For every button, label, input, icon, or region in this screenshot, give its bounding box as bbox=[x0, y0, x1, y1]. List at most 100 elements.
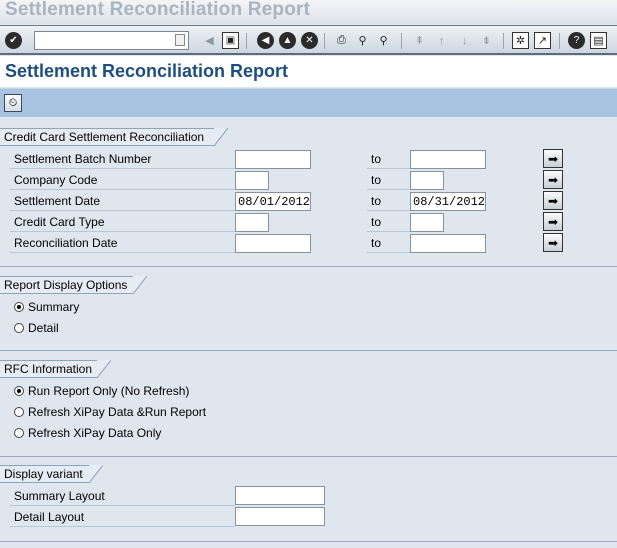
company-code-label: Company Code bbox=[14, 173, 98, 187]
row-underline bbox=[10, 526, 235, 527]
row-underline bbox=[10, 231, 235, 232]
row-underline bbox=[367, 252, 410, 253]
section-divider bbox=[0, 456, 617, 457]
run-report-only-radio[interactable] bbox=[14, 386, 24, 396]
company-code-from-input[interactable] bbox=[235, 171, 269, 190]
save-icon[interactable]: ▣ bbox=[222, 32, 239, 49]
detail-layout-input[interactable] bbox=[235, 507, 325, 526]
toolbar-separator bbox=[246, 33, 247, 49]
shortcut-icon[interactable]: ↗ bbox=[534, 32, 551, 49]
toolbar-separator bbox=[324, 33, 325, 49]
toolbar-separator bbox=[503, 33, 504, 49]
reconciliation-date-label: Reconciliation Date bbox=[14, 236, 118, 250]
previous-page-icon[interactable]: ↑ bbox=[433, 32, 450, 49]
display-options-block: Report Display Options Summary Detail bbox=[0, 276, 617, 352]
section-divider bbox=[0, 266, 617, 267]
to-label: to bbox=[371, 194, 382, 208]
detail-radio[interactable] bbox=[14, 323, 24, 333]
display-variant-header: Display variant bbox=[0, 465, 90, 483]
reconciliation-date-to-input[interactable] bbox=[410, 234, 486, 253]
row-underline bbox=[10, 505, 235, 506]
cancel-icon[interactable]: ✕ bbox=[301, 32, 318, 49]
help-icon[interactable]: ? bbox=[568, 32, 585, 49]
command-field[interactable] bbox=[34, 31, 189, 50]
reconciliation-date-from-input[interactable] bbox=[235, 234, 311, 253]
summary-layout-input[interactable] bbox=[235, 486, 325, 505]
display-options-header: Report Display Options bbox=[0, 276, 134, 294]
settlement-batch-number-label: Settlement Batch Number bbox=[14, 152, 152, 166]
section-divider bbox=[0, 541, 617, 542]
enter-icon[interactable]: ✔ bbox=[5, 32, 22, 49]
command-history-icon[interactable] bbox=[175, 34, 185, 46]
settlement-batch-number-from-input[interactable] bbox=[235, 150, 311, 169]
refresh-only-label: Refresh XiPay Data Only bbox=[28, 426, 162, 440]
page-title: Settlement Reconciliation Report bbox=[5, 61, 289, 81]
settlement-date-to-input[interactable]: 08/31/2012 bbox=[410, 192, 486, 211]
screen-title-area: Settlement Reconciliation Report bbox=[0, 56, 617, 87]
row-underline bbox=[367, 189, 410, 190]
settlement-date-label: Settlement Date bbox=[14, 194, 101, 208]
to-label: to bbox=[371, 236, 382, 250]
next-page-icon[interactable]: ↓ bbox=[456, 32, 473, 49]
new-session-icon[interactable]: ✲ bbox=[512, 32, 529, 49]
to-label: to bbox=[371, 215, 382, 229]
to-label: to bbox=[371, 173, 382, 187]
credit-card-type-to-input[interactable] bbox=[410, 213, 444, 232]
application-toolbar: ⏲ bbox=[0, 88, 617, 117]
credit-card-type-from-input[interactable] bbox=[235, 213, 269, 232]
selection-block-title: Credit Card Settlement Reconciliation bbox=[4, 130, 205, 144]
refresh-and-run-label: Refresh XiPay Data &Run Report bbox=[28, 405, 207, 419]
summary-layout-label: Summary Layout bbox=[14, 489, 105, 503]
header-tab-slant bbox=[133, 276, 147, 294]
find-next-icon[interactable]: ⚲ bbox=[375, 32, 392, 49]
settlement-batch-number-to-input[interactable] bbox=[410, 150, 486, 169]
back-arrow-icon[interactable]: ◀ bbox=[201, 32, 218, 49]
multiple-selection-arrow-icon[interactable]: ➡ bbox=[543, 191, 563, 210]
multiple-selection-arrow-icon[interactable]: ➡ bbox=[543, 233, 563, 252]
display-variant-title: Display variant bbox=[4, 467, 83, 481]
rfc-block: RFC Information Run Report Only (No Refr… bbox=[0, 360, 617, 458]
header-tab-slant bbox=[214, 128, 228, 146]
summary-radio[interactable] bbox=[14, 302, 24, 312]
find-icon[interactable]: ⚲ bbox=[354, 32, 371, 49]
rfc-header: RFC Information bbox=[0, 360, 98, 378]
summary-radio-label: Summary bbox=[28, 300, 80, 314]
run-report-only-label: Run Report Only (No Refresh) bbox=[28, 384, 190, 398]
header-tab-slant bbox=[89, 465, 103, 483]
multiple-selection-arrow-icon[interactable]: ➡ bbox=[543, 149, 563, 168]
detail-radio-label: Detail bbox=[28, 321, 59, 335]
to-label: to bbox=[371, 152, 382, 166]
credit-card-type-label: Credit Card Type bbox=[14, 215, 105, 229]
exit-icon[interactable]: ▲ bbox=[279, 32, 296, 49]
display-options-title: Report Display Options bbox=[4, 278, 128, 292]
detail-layout-label: Detail Layout bbox=[14, 510, 85, 524]
settlement-date-from-input[interactable]: 08/01/2012 bbox=[235, 192, 311, 211]
row-underline bbox=[10, 210, 235, 211]
row-underline bbox=[10, 189, 235, 190]
row-underline bbox=[367, 231, 410, 232]
standard-toolbar: ✔ ◀ ▣ ◀ ▲ ✕ ⎙ ⚲ ⚲ ⇞ ↑ ↓ ⇟ ✲ ↗ ? ▤ bbox=[0, 25, 617, 55]
refresh-only-radio[interactable] bbox=[14, 428, 24, 438]
row-underline bbox=[10, 252, 235, 253]
header-tab-slant bbox=[97, 360, 111, 378]
multiple-selection-arrow-icon[interactable]: ➡ bbox=[543, 212, 563, 231]
last-page-icon[interactable]: ⇟ bbox=[478, 32, 495, 49]
selection-block: Credit Card Settlement Reconciliation Se… bbox=[0, 128, 617, 268]
multiple-selection-arrow-icon[interactable]: ➡ bbox=[543, 170, 563, 189]
toolbar-separator bbox=[559, 33, 560, 49]
section-divider bbox=[0, 350, 617, 351]
row-underline bbox=[367, 210, 410, 211]
first-page-icon[interactable]: ⇞ bbox=[411, 32, 428, 49]
layout-icon[interactable]: ▤ bbox=[590, 32, 607, 49]
selection-block-header: Credit Card Settlement Reconciliation bbox=[0, 128, 215, 146]
company-code-to-input[interactable] bbox=[410, 171, 444, 190]
window-title-bar: Settlement Reconciliation Report bbox=[0, 0, 617, 24]
display-variant-block: Display variant Summary Layout Detail La… bbox=[0, 465, 617, 543]
back-icon[interactable]: ◀ bbox=[257, 32, 274, 49]
execute-clock-icon[interactable]: ⏲ bbox=[4, 94, 22, 112]
print-icon[interactable]: ⎙ bbox=[333, 32, 350, 49]
toolbar-separator bbox=[401, 33, 402, 49]
refresh-and-run-radio[interactable] bbox=[14, 407, 24, 417]
row-underline bbox=[367, 168, 410, 169]
rfc-title: RFC Information bbox=[4, 362, 93, 376]
